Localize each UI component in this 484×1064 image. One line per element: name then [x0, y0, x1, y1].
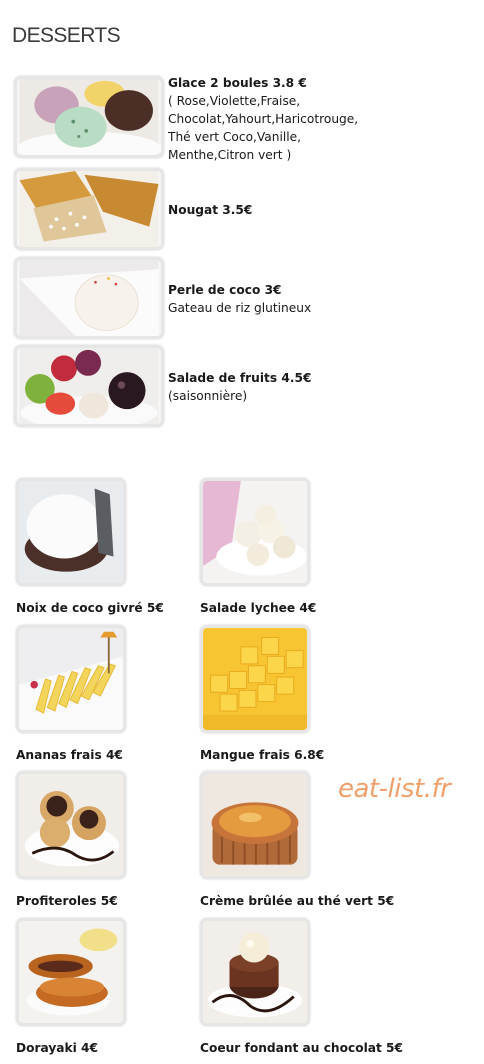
profiteroles-photo: [16, 771, 126, 879]
chocolate-fondant-photo: [200, 918, 310, 1026]
item-description: ( Rose,Violette,Fraise, Chocolat,Yahourt…: [168, 94, 359, 162]
grid-item-name: Profiteroles 5€: [16, 894, 118, 908]
grid-item-name: Salade lychee 4€: [200, 601, 317, 615]
frozen-coconut-photo: [16, 478, 126, 586]
grid-item-name: Noix de coco givré 5€: [16, 601, 164, 615]
featured-item-3: Perle de coco 3€ Gateau de riz glutineux: [168, 281, 311, 317]
mango-photo: [200, 625, 310, 733]
nougat-photo: [14, 168, 164, 250]
item-description: Gateau de riz glutineux: [168, 301, 312, 315]
grid-item-name: Mangue frais 6.8€: [200, 748, 325, 762]
grid-item-name: Crème brûlée au thé vert 5€: [200, 894, 395, 908]
page-title: DESSERTS: [12, 24, 121, 47]
featured-item-1: Glace 2 boules 3.8 € ( Rose,Violette,Fra…: [168, 74, 358, 164]
item-name: Salade de fruits 4.5€: [168, 371, 312, 385]
watermark: eat-list.fr: [338, 774, 451, 804]
item-name: Nougat 3.5€: [168, 203, 253, 217]
featured-item-4: Salade de fruits 4.5€ (saisonnière): [168, 369, 311, 405]
coconut-pearl-photo: [14, 257, 164, 339]
grid-item-name: Dorayaki 4€: [16, 1041, 99, 1055]
lychee-salad-photo: [200, 478, 310, 586]
creme-brulee-photo: [200, 771, 310, 879]
pineapple-photo: [16, 625, 126, 733]
grid-item-name: Coeur fondant au chocolat 5€: [200, 1041, 404, 1055]
dorayaki-photo: [16, 918, 126, 1026]
fruit-salad-photo: [14, 345, 164, 427]
featured-item-2: Nougat 3.5€: [168, 201, 252, 219]
grid-item-name: Ananas frais 4€: [16, 748, 123, 762]
ice-cream-photo: [14, 76, 164, 158]
item-description: (saisonnière): [168, 389, 248, 403]
item-name: Perle de coco 3€: [168, 283, 282, 297]
item-name: Glace 2 boules 3.8 €: [168, 76, 307, 90]
